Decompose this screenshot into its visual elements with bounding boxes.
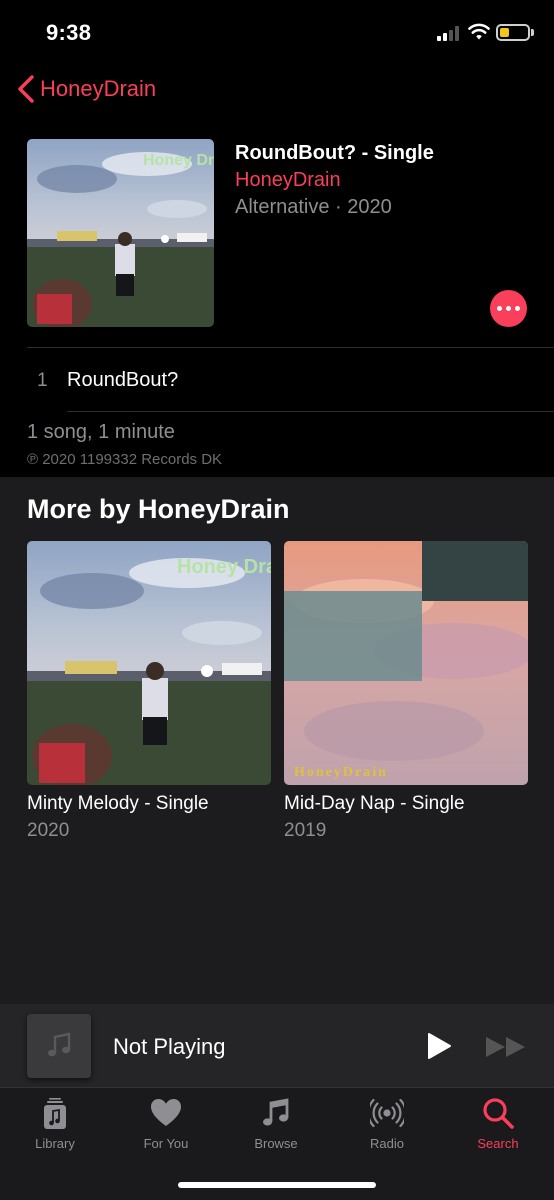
album-card[interactable]: HoneyDrain Mid-Day Nap - Single 2019 <box>284 541 528 841</box>
tab-radio[interactable]: Radio <box>337 1096 437 1160</box>
tab-for-you[interactable]: For You <box>116 1096 216 1160</box>
music-note-icon <box>48 1032 71 1057</box>
tab-label: Browse <box>254 1136 298 1151</box>
tab-label: Search <box>477 1136 519 1151</box>
album-genre-year: Alternative · 2020 <box>235 196 392 218</box>
radio-icon <box>370 1098 404 1128</box>
track-title: RoundBout? <box>67 369 179 391</box>
album-card-title: Minty Melody - Single <box>27 793 209 814</box>
more-by-section: More by HoneyDrain Honey Dr Minty Melody… <box>0 477 554 1004</box>
wifi-icon <box>468 23 490 40</box>
album-cover: Honey Drain <box>27 139 214 327</box>
fast-forward-icon[interactable] <box>484 1035 528 1059</box>
section-title: More by HoneyDrain <box>27 494 290 524</box>
copyright: ℗ 2020 1199332 Records DK <box>27 451 223 468</box>
album-card[interactable]: Honey Drain Minty Melody - Single 2020 <box>27 541 271 841</box>
album-card-title: Mid-Day Nap - Single <box>284 793 465 814</box>
tab-browse[interactable]: Browse <box>226 1096 326 1160</box>
song-count: 1 song, 1 minute <box>27 421 175 443</box>
divider <box>27 347 554 348</box>
heart-icon <box>151 1099 181 1126</box>
album-card-cover[interactable]: HoneyDrain <box>284 541 528 785</box>
album-artist-link[interactable]: HoneyDrain <box>235 169 341 192</box>
divider <box>67 411 554 412</box>
album-card-cover[interactable]: Honey Drain <box>27 541 271 785</box>
track-row[interactable]: 1 RoundBout? <box>0 349 554 411</box>
svg-text:Honey Drain: Honey Drain <box>143 152 214 169</box>
tab-label: For You <box>143 1136 189 1151</box>
status-time: 9:38 <box>46 20 92 45</box>
chevron-left-icon <box>18 75 34 103</box>
back-label: HoneyDrain <box>40 76 157 101</box>
status-bar: 9:38 <box>0 0 554 64</box>
music-note-icon <box>263 1098 289 1126</box>
album-card-year: 2020 <box>27 820 70 841</box>
album-title: RoundBout? - Single <box>235 142 434 164</box>
cellular-signal-icon <box>437 25 463 41</box>
svg-text:HoneyDrain: HoneyDrain <box>294 765 388 780</box>
search-icon <box>483 1098 514 1129</box>
battery-icon <box>496 24 530 41</box>
track-number: 1 <box>37 370 48 391</box>
tab-label: Radio <box>370 1136 404 1151</box>
more-options-button[interactable] <box>490 290 527 327</box>
mini-player[interactable]: Not Playing <box>0 1004 554 1088</box>
svg-text:Honey Drain: Honey Drain <box>177 556 271 578</box>
tab-library[interactable]: Library <box>5 1096 105 1160</box>
mini-player-artwork <box>27 1014 91 1078</box>
now-playing-title: Not Playing <box>113 1034 226 1059</box>
album-card-year: 2019 <box>284 820 327 841</box>
tab-label: Library <box>35 1136 75 1151</box>
play-icon[interactable] <box>426 1032 452 1060</box>
tab-search[interactable]: Search <box>448 1096 548 1160</box>
home-indicator[interactable] <box>178 1182 376 1188</box>
library-icon <box>44 1098 66 1129</box>
back-button[interactable]: HoneyDrain <box>16 73 156 105</box>
ellipsis-icon <box>497 306 502 311</box>
